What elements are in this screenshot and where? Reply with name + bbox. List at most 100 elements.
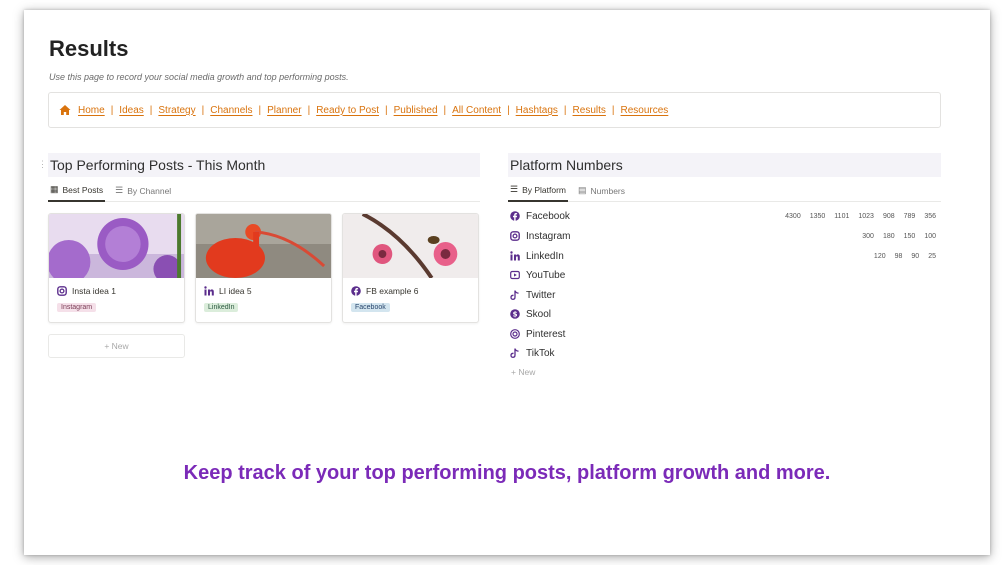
nav-separator: |	[563, 104, 567, 116]
platform-row-tiktok[interactable]: TikTok	[510, 344, 940, 362]
nav-link-results[interactable]: Results	[573, 105, 606, 116]
nav-link-all-content[interactable]: All Content	[452, 105, 501, 116]
platform-numbers-header: Platform Numbers	[508, 153, 941, 177]
nav-separator: |	[507, 104, 510, 116]
platform-number: 789	[903, 212, 916, 220]
linkedin-icon	[510, 251, 520, 261]
nav-separator: |	[307, 104, 311, 116]
platform-number: 120	[873, 252, 886, 260]
svg-text:$: $	[513, 311, 518, 319]
card-title: LI idea 5	[219, 286, 252, 296]
top-posts-title: Top Performing Posts - This Month	[50, 157, 266, 173]
nav-separator: |	[385, 104, 388, 116]
drag-handle-icon[interactable]: ⋮	[38, 159, 47, 170]
top-posts-tabs: ▦ Best Posts ☰ By Channel	[48, 180, 480, 202]
nav-link-channels[interactable]: Channels	[210, 105, 252, 116]
post-card[interactable]: FB example 6 Facebook	[342, 213, 479, 323]
instagram-icon	[57, 286, 67, 296]
facebook-icon	[510, 211, 520, 221]
platform-row-pinterest[interactable]: Pinterest	[510, 325, 940, 343]
page-subtitle: Use this page to record your social medi…	[49, 72, 349, 82]
table-icon: ▤	[578, 185, 587, 195]
nav-link-hashtags[interactable]: Hashtags	[516, 105, 558, 116]
platform-tag: LinkedIn	[204, 303, 239, 312]
platform-name: Skool	[526, 308, 552, 320]
platform-number: 25	[928, 252, 936, 260]
post-image	[343, 214, 478, 278]
tab-numbers[interactable]: ▤ Numbers	[576, 180, 627, 202]
top-posts-header: ⋮ Top Performing Posts - This Month	[38, 153, 480, 177]
promo-caption: Keep track of your top performing posts,…	[183, 462, 831, 484]
youtube-icon	[510, 270, 520, 280]
facebook-icon	[351, 286, 361, 296]
nav-link-published[interactable]: Published	[394, 105, 438, 116]
platform-number: 100	[924, 232, 936, 240]
instagram-icon	[510, 231, 520, 241]
tab-label: By Platform	[522, 184, 567, 195]
new-platform-button[interactable]: + New	[511, 367, 535, 377]
platform-numbers: 300 180 150 100	[853, 233, 936, 240]
nav-link-ready-to-post[interactable]: Ready to Post	[316, 105, 379, 116]
nav-link-home[interactable]: Home	[78, 105, 105, 116]
nav-link-ideas[interactable]: Ideas	[119, 105, 143, 116]
nav-link-resources[interactable]: Resources	[621, 105, 669, 116]
card-title: Insta idea 1	[72, 286, 116, 296]
platform-number: 908	[882, 212, 895, 220]
nav-separator: |	[201, 104, 205, 116]
platform-name: Facebook	[526, 210, 570, 222]
platform-name: TikTok	[526, 347, 555, 359]
platform-name: Instagram	[526, 230, 571, 242]
new-post-button[interactable]: + New	[48, 334, 185, 358]
platform-name: YouTube	[526, 269, 566, 281]
page-frame: Results Use this page to record your soc…	[24, 10, 990, 555]
platform-number: 300	[862, 232, 874, 240]
platform-number: 1023	[858, 212, 874, 220]
platform-row-twitter[interactable]: Twitter	[510, 286, 940, 304]
tab-by-platform[interactable]: ☰ By Platform	[508, 180, 569, 202]
nav-link-strategy[interactable]: Strategy	[158, 105, 195, 116]
tab-best-posts[interactable]: ▦ Best Posts	[48, 180, 106, 202]
platform-numbers-title: Platform Numbers	[510, 157, 623, 173]
platform-name: Pinterest	[526, 328, 566, 340]
platform-number: 1350	[809, 212, 826, 220]
platform-tag: Facebook	[351, 303, 390, 312]
platform-number: 90	[911, 252, 920, 260]
platform-number: 180	[882, 232, 895, 240]
list-icon: ☰	[115, 185, 124, 195]
platform-tag: Instagram	[57, 303, 97, 312]
platform-row-youtube[interactable]: YouTube	[510, 266, 940, 284]
tab-label: Numbers	[590, 185, 626, 196]
platform-row-linkedin[interactable]: LinkedIn 120 98 90 25	[510, 247, 940, 265]
post-card[interactable]: Insta idea 1 Instagram	[48, 213, 185, 323]
tab-label: By Channel	[127, 185, 172, 196]
gallery-icon: ▦	[50, 184, 59, 194]
nav-link-planner[interactable]: Planner	[267, 105, 301, 116]
tiktok-icon	[510, 348, 519, 358]
nav-bar: Home | Ideas | Strategy | Channels | Pla…	[48, 92, 941, 128]
platform-name: LinkedIn	[526, 250, 564, 262]
platform-tabs: ☰ By Platform ▤ Numbers	[508, 180, 941, 202]
post-card[interactable]: LI idea 5 LinkedIn	[195, 213, 332, 323]
nav-separator: |	[110, 104, 114, 116]
platform-number: 356	[924, 212, 936, 220]
nav-separator: |	[149, 104, 153, 116]
platform-numbers: 120 98 90 25	[865, 253, 936, 260]
platform-row-facebook[interactable]: Facebook 4300 1350 1101 1023 908 789 356	[510, 207, 940, 225]
card-title: FB example 6	[366, 286, 419, 296]
post-image	[49, 214, 184, 278]
platform-number: 98	[894, 252, 903, 260]
platform-row-skool[interactable]: $ Skool	[510, 305, 940, 323]
platform-numbers: 4300 1350 1101 1023 908 789 356	[776, 213, 936, 220]
platform-row-instagram[interactable]: Instagram 300 180 150 100	[510, 227, 940, 245]
dollar-circle-icon: $	[510, 309, 520, 319]
page-title: Results	[49, 36, 129, 61]
nav-separator: |	[443, 104, 447, 116]
linkedin-icon	[204, 286, 214, 296]
list-icon: ☰	[510, 184, 519, 194]
pinterest-icon	[510, 329, 520, 339]
home-icon[interactable]	[59, 104, 71, 116]
tab-by-channel[interactable]: ☰ By Channel	[113, 180, 173, 202]
nav-separator: |	[258, 104, 262, 116]
platform-number: 4300	[785, 212, 801, 220]
platform-number: 150	[903, 232, 916, 240]
